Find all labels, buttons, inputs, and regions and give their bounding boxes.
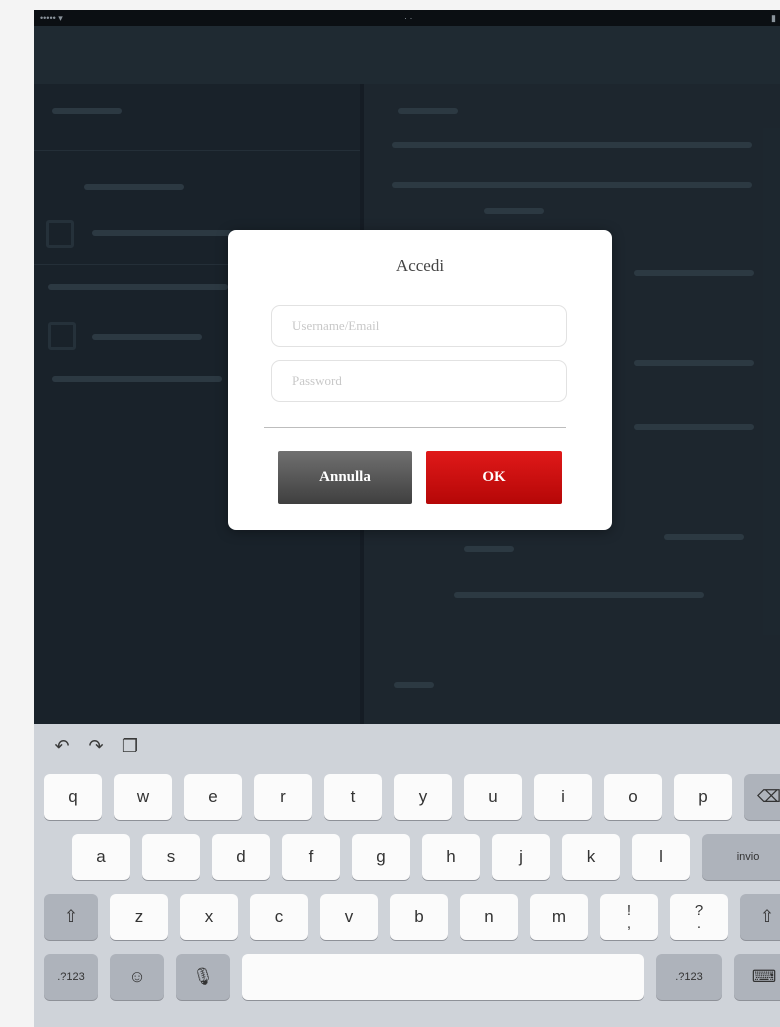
clock: · ·: [404, 13, 413, 23]
key-n[interactable]: n: [460, 894, 518, 940]
key-bottom-char: ,: [626, 915, 632, 932]
emoji-icon[interactable]: ☺: [110, 954, 164, 1000]
username-field: [271, 305, 567, 347]
keyboard-toolbar: ↶ ↷ ❐: [52, 736, 140, 760]
numbers-left-key[interactable]: .?123: [44, 954, 98, 1000]
battery-indicator: ▮: [771, 13, 776, 23]
shift-left-key[interactable]: ⇧: [44, 894, 98, 940]
key-v[interactable]: v: [320, 894, 378, 940]
cancel-button[interactable]: Annulla: [278, 451, 412, 504]
key-w[interactable]: w: [114, 774, 172, 820]
password-field: [271, 360, 567, 402]
microphone-icon[interactable]: 🎙: [176, 954, 230, 1000]
key-j[interactable]: j: [492, 834, 550, 880]
key-g[interactable]: g: [352, 834, 410, 880]
key-c[interactable]: c: [250, 894, 308, 940]
undo-icon[interactable]: ↶: [52, 736, 72, 756]
key-k[interactable]: k: [562, 834, 620, 880]
ok-button[interactable]: OK: [426, 451, 562, 504]
key-i[interactable]: i: [534, 774, 592, 820]
key-z[interactable]: z: [110, 894, 168, 940]
dialog-title: Accedi: [395, 256, 445, 275]
key-b[interactable]: b: [390, 894, 448, 940]
key-x[interactable]: x: [180, 894, 238, 940]
key-a[interactable]: a: [72, 834, 130, 880]
key-s[interactable]: s: [142, 834, 200, 880]
redo-icon[interactable]: ↷: [86, 736, 106, 756]
key-l[interactable]: l: [632, 834, 690, 880]
key-m[interactable]: m: [530, 894, 588, 940]
hide-keyboard-icon[interactable]: ⌨: [734, 954, 780, 1000]
numbers-right-key[interactable]: .?123: [656, 954, 722, 1000]
shift-right-key[interactable]: ⇧: [740, 894, 780, 940]
key-h[interactable]: h: [422, 834, 480, 880]
key-o[interactable]: o: [604, 774, 662, 820]
tablet-screen: ••••• ▾ · · ▮ Accedi Username/Email Annu…: [34, 10, 780, 1027]
status-bar: ••••• ▾ · · ▮: [34, 10, 780, 26]
dialog-divider: [264, 427, 566, 428]
key-d[interactable]: d: [212, 834, 270, 880]
onscreen-keyboard: ↶ ↷ ❐ q w e r t y u i o p ⌫ a s d f g h …: [34, 724, 780, 1027]
login-dialog: Accedi Annulla OK: [228, 230, 612, 530]
delete-key[interactable]: ⌫: [744, 774, 780, 820]
key-r[interactable]: r: [254, 774, 312, 820]
key-exclamation-comma[interactable]: ! ,: [600, 894, 658, 940]
key-y[interactable]: y: [394, 774, 452, 820]
key-t[interactable]: t: [324, 774, 382, 820]
key-e[interactable]: e: [184, 774, 242, 820]
key-q[interactable]: q: [44, 774, 102, 820]
signal-indicator: ••••• ▾: [40, 13, 63, 23]
key-question-period[interactable]: ? .: [670, 894, 728, 940]
key-p[interactable]: p: [674, 774, 732, 820]
key-bottom-char: .: [696, 915, 702, 932]
key-f[interactable]: f: [282, 834, 340, 880]
return-key[interactable]: invio: [702, 834, 780, 880]
password-input[interactable]: [272, 361, 566, 401]
key-u[interactable]: u: [464, 774, 522, 820]
paste-icon[interactable]: ❐: [120, 736, 140, 756]
username-input[interactable]: [272, 306, 566, 346]
space-bar[interactable]: [242, 954, 644, 1000]
